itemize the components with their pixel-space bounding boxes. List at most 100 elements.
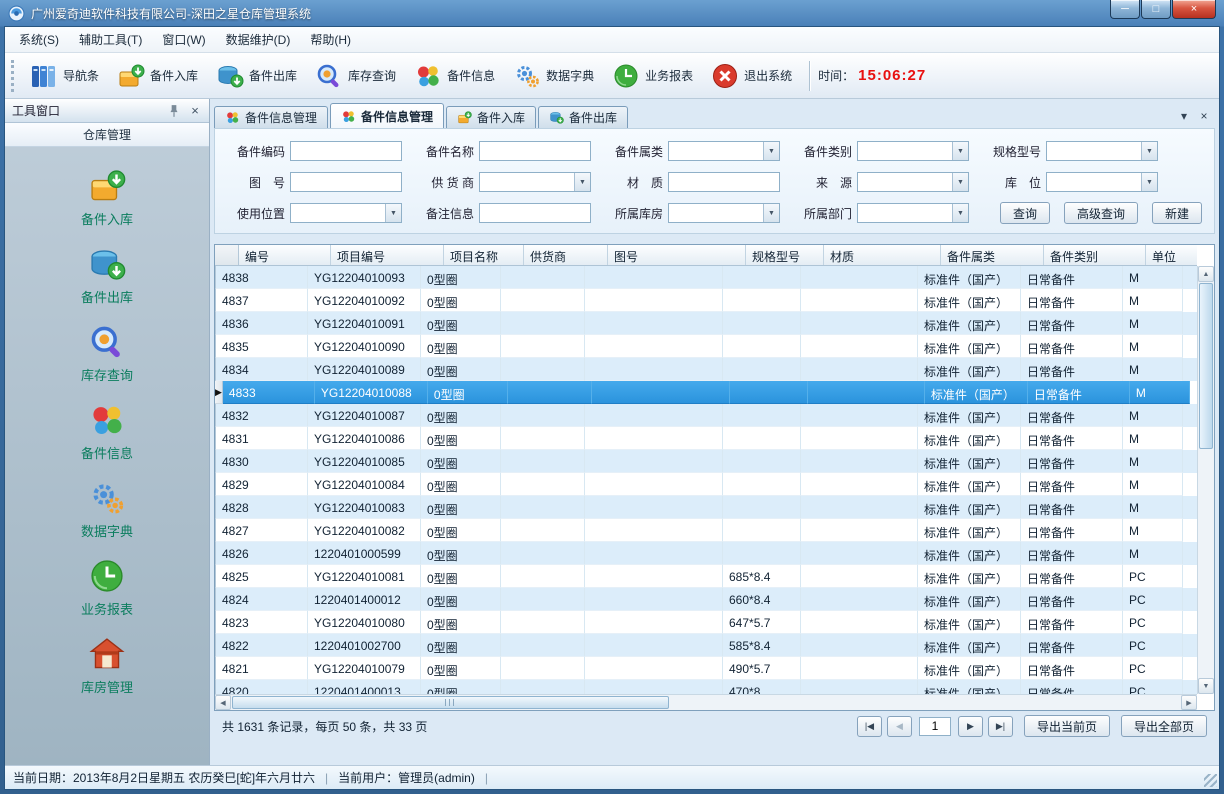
drawing-no-input[interactable]	[290, 172, 402, 192]
table-row[interactable]: 4825YG122040100810型圈685*8.4标准件（国产）日常备件PC	[215, 565, 1197, 588]
chevron-down-icon[interactable]: ▼	[952, 173, 968, 191]
column-header[interactable]: 规格型号	[746, 245, 824, 265]
table-row[interactable]: 4834YG122040100890型圈标准件（国产）日常备件M	[215, 358, 1197, 381]
table-row[interactable]: 4828YG122040100830型圈标准件（国产）日常备件M	[215, 496, 1197, 519]
tab-parts-info-management-1[interactable]: 备件信息管理	[214, 106, 328, 128]
supplier-combo[interactable]: ▼	[479, 172, 591, 192]
navbar-toolbar-button[interactable]: 导航条	[21, 56, 108, 96]
scroll-down-arrow-icon[interactable]: ▼	[1198, 678, 1214, 694]
horizontal-scroll-thumb[interactable]	[232, 696, 669, 709]
horizontal-scrollbar[interactable]: ◀ ▶	[215, 694, 1197, 710]
maximize-button[interactable]: □	[1141, 0, 1171, 19]
chevron-down-icon[interactable]: ▼	[574, 173, 590, 191]
table-row[interactable]: 4830YG122040100850型圈标准件（国产）日常备件M	[215, 450, 1197, 473]
new-button[interactable]: 新建	[1152, 202, 1202, 224]
part-category-combo[interactable]: ▼	[668, 141, 780, 161]
resize-grip[interactable]	[1204, 774, 1217, 787]
table-row[interactable]: 482412204014000120型圈660*8.4标准件（国产）日常备件PC	[215, 588, 1197, 611]
chevron-down-icon[interactable]: ▼	[763, 204, 779, 222]
table-row[interactable]: 4829YG122040100840型圈标准件（国产）日常备件M	[215, 473, 1197, 496]
table-row[interactable]: 4838YG122040100930型圈标准件（国产）日常备件M	[215, 266, 1197, 289]
column-header[interactable]: 材质	[824, 245, 941, 265]
panel-close-icon[interactable]: ×	[188, 104, 202, 118]
chevron-down-icon[interactable]: ▼	[385, 204, 401, 222]
parts-out-toolbar-button[interactable]: 备件出库	[207, 56, 306, 96]
export-current-page-button[interactable]: 导出当前页	[1024, 715, 1110, 737]
usage-position-combo[interactable]: ▼	[290, 203, 402, 223]
table-row[interactable]: 4837YG122040100920型圈标准件（国产）日常备件M	[215, 289, 1197, 312]
part-type-combo[interactable]: ▼	[857, 141, 969, 161]
table-row[interactable]: 4827YG122040100820型圈标准件（国产）日常备件M	[215, 519, 1197, 542]
parts-in-toolbar-button[interactable]: 备件入库	[108, 56, 207, 96]
scroll-right-arrow-icon[interactable]: ▶	[1181, 695, 1197, 710]
warehouse-combo[interactable]: ▼	[668, 203, 780, 223]
page-input[interactable]	[919, 717, 951, 736]
column-header[interactable]: 单位	[1146, 245, 1197, 265]
chevron-down-icon[interactable]: ▼	[952, 142, 968, 160]
export-all-pages-button[interactable]: 导出全部页	[1121, 715, 1207, 737]
material-input[interactable]	[668, 172, 780, 192]
chevron-down-icon[interactable]: ▼	[763, 142, 779, 160]
tab-list-dropdown-button[interactable]: ▾	[1177, 109, 1191, 123]
remark-input[interactable]	[479, 203, 591, 223]
vertical-scroll-thumb[interactable]	[1199, 283, 1213, 449]
tab-parts-in[interactable]: 备件入库	[446, 106, 536, 128]
table-row[interactable]: 482212204010027000型圈585*8.4标准件（国产）日常备件PC	[215, 634, 1197, 657]
spec-model-combo[interactable]: ▼	[1046, 141, 1158, 161]
menu-item-3[interactable]: 窗口(W)	[152, 26, 215, 53]
table-row[interactable]: 4836YG122040100910型圈标准件（国产）日常备件M	[215, 312, 1197, 335]
vertical-scroll-track[interactable]	[1198, 282, 1214, 678]
sidebar-item-inventory-query[interactable]: 库存查询	[5, 323, 209, 384]
table-row[interactable]: 4831YG122040100860型圈标准件（国产）日常备件M	[215, 427, 1197, 450]
menu-item-1[interactable]: 系统(S)	[9, 26, 69, 53]
menu-item-4[interactable]: 数据维护(D)	[216, 26, 301, 53]
table-row[interactable]: ▶4833YG122040100880型圈标准件（国产）日常备件M	[215, 381, 1197, 404]
sidebar-item-business-report[interactable]: 业务报表	[5, 557, 209, 618]
location-combo[interactable]: ▼	[1046, 172, 1158, 192]
column-header[interactable]: 备件类别	[1044, 245, 1146, 265]
pin-icon[interactable]	[167, 104, 181, 118]
close-button[interactable]: ×	[1172, 0, 1216, 19]
scroll-up-arrow-icon[interactable]: ▲	[1198, 266, 1214, 282]
tab-parts-info-management-2[interactable]: 备件信息管理	[330, 103, 444, 128]
table-row[interactable]: 4821YG122040100790型圈490*5.7标准件（国产）日常备件PC	[215, 657, 1197, 680]
menu-item-5[interactable]: 帮助(H)	[300, 26, 361, 53]
data-dictionary-toolbar-button[interactable]: 数据字典	[504, 56, 603, 96]
sidebar-item-data-dictionary[interactable]: 数据字典	[5, 479, 209, 540]
table-row[interactable]: 482012204014000130型圈470*8标准件（国产）日常备件PC	[215, 680, 1197, 694]
sidebar-item-parts-info[interactable]: 备件信息	[5, 401, 209, 462]
last-page-button[interactable]: ▶|	[988, 716, 1013, 737]
next-page-button[interactable]: ▶	[958, 716, 983, 737]
department-combo[interactable]: ▼	[857, 203, 969, 223]
parts-info-toolbar-button[interactable]: 备件信息	[405, 56, 504, 96]
chevron-down-icon[interactable]: ▼	[1141, 173, 1157, 191]
part-name-input[interactable]	[479, 141, 591, 161]
inventory-query-toolbar-button[interactable]: 库存查询	[306, 56, 405, 96]
source-combo[interactable]: ▼	[857, 172, 969, 192]
tab-close-button[interactable]: ×	[1197, 109, 1211, 123]
column-header[interactable]: 图号	[608, 245, 746, 265]
column-header[interactable]: 项目名称	[444, 245, 524, 265]
sidebar-item-warehouse-management[interactable]: 库房管理	[5, 635, 209, 696]
chevron-down-icon[interactable]: ▼	[952, 204, 968, 222]
prev-page-button[interactable]: ◀	[887, 716, 912, 737]
menu-item-2[interactable]: 辅助工具(T)	[69, 26, 152, 53]
sidebar-item-parts-out[interactable]: 备件出库	[5, 245, 209, 306]
query-button[interactable]: 查询	[1000, 202, 1050, 224]
column-header[interactable]: 编号	[239, 245, 331, 265]
first-page-button[interactable]: |◀	[857, 716, 882, 737]
table-row[interactable]: 4823YG122040100800型圈647*5.7标准件（国产）日常备件PC	[215, 611, 1197, 634]
chevron-down-icon[interactable]: ▼	[1141, 142, 1157, 160]
column-header[interactable]: 备件属类	[941, 245, 1044, 265]
advanced-query-button[interactable]: 高级查询	[1064, 202, 1138, 224]
table-row[interactable]: 4832YG122040100870型圈标准件（国产）日常备件M	[215, 404, 1197, 427]
vertical-scrollbar[interactable]: ▲ ▼	[1197, 266, 1214, 694]
tab-parts-out[interactable]: 备件出库	[538, 106, 628, 128]
business-report-toolbar-button[interactable]: 业务报表	[603, 56, 702, 96]
sidebar-item-parts-in[interactable]: 备件入库	[5, 167, 209, 228]
column-header[interactable]: 项目编号	[331, 245, 444, 265]
minimize-button[interactable]: ─	[1110, 0, 1140, 19]
scroll-left-arrow-icon[interactable]: ◀	[215, 695, 231, 710]
horizontal-scroll-track[interactable]	[231, 695, 1181, 710]
table-row[interactable]: 4835YG122040100900型圈标准件（国产）日常备件M	[215, 335, 1197, 358]
